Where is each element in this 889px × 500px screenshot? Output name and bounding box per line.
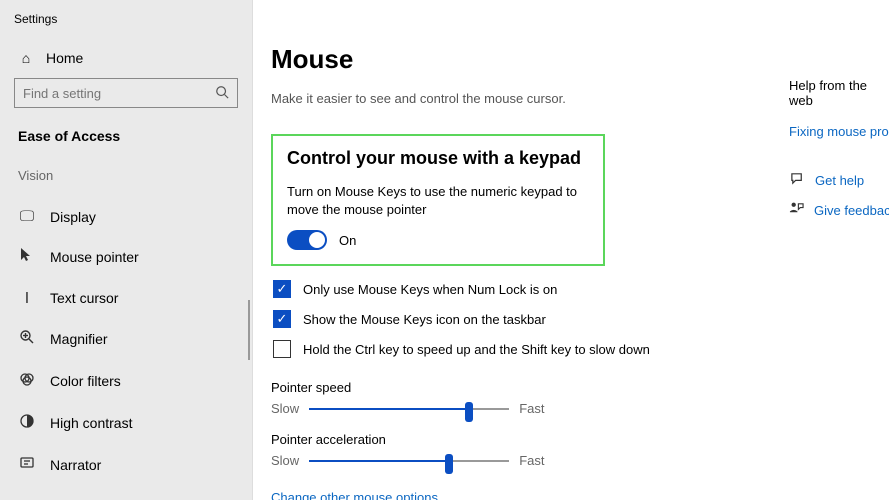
highcontrast-icon bbox=[18, 413, 36, 433]
window-title: Settings bbox=[0, 10, 252, 42]
toggle-state-label: On bbox=[339, 233, 356, 248]
nav-display[interactable]: 🖵 Display bbox=[0, 197, 252, 236]
slider-track[interactable] bbox=[309, 408, 509, 410]
nav-label: Display bbox=[50, 209, 96, 225]
page-title: Mouse bbox=[271, 44, 889, 75]
nav-magnifier[interactable]: Magnifier bbox=[0, 318, 252, 360]
slider-thumb[interactable] bbox=[445, 454, 453, 474]
nav-label: Magnifier bbox=[50, 331, 108, 347]
help-rail: Help from the web Fixing mouse proble Ge… bbox=[789, 78, 889, 231]
slider-title: Pointer acceleration bbox=[271, 432, 889, 447]
check-label: Show the Mouse Keys icon on the taskbar bbox=[303, 312, 546, 327]
nav-label: High contrast bbox=[50, 415, 132, 431]
home-nav[interactable]: ⌂ Home bbox=[0, 42, 252, 78]
mouse-keys-toggle[interactable] bbox=[287, 230, 327, 250]
group-label: Vision bbox=[0, 164, 252, 197]
keypad-desc: Turn on Mouse Keys to use the numeric ke… bbox=[287, 183, 589, 218]
nav-high-contrast[interactable]: High contrast bbox=[0, 402, 252, 444]
change-mouse-options-link[interactable]: Change other mouse options bbox=[271, 490, 438, 500]
section-title: Ease of Access bbox=[0, 122, 252, 164]
magnifier-icon bbox=[18, 329, 36, 349]
slider-title: Pointer speed bbox=[271, 380, 889, 395]
keypad-section-highlight: Control your mouse with a keypad Turn on… bbox=[271, 134, 605, 266]
slider-high-label: Fast bbox=[519, 453, 544, 468]
cursor-icon bbox=[18, 247, 36, 267]
check-label: Hold the Ctrl key to speed up and the Sh… bbox=[303, 342, 650, 357]
get-help-link[interactable]: Get help bbox=[789, 171, 889, 189]
nav-narrator[interactable]: Narrator bbox=[0, 444, 252, 486]
home-label: Home bbox=[46, 50, 83, 66]
nav-label: Narrator bbox=[50, 457, 101, 473]
narrator-icon bbox=[18, 455, 36, 475]
slider-pointer-speed: Pointer speed Slow Fast bbox=[271, 380, 889, 416]
slider-track[interactable] bbox=[309, 460, 509, 462]
check-ctrl-shift[interactable]: Hold the Ctrl key to speed up and the Sh… bbox=[271, 334, 889, 364]
give-feedback-link[interactable]: Give feedback bbox=[789, 201, 889, 219]
nav-mouse-pointer[interactable]: Mouse pointer bbox=[0, 236, 252, 278]
sidebar: Settings ⌂ Home Ease of Access Vision 🖵 … bbox=[0, 0, 253, 500]
colorfilters-icon bbox=[18, 371, 36, 391]
keypad-heading: Control your mouse with a keypad bbox=[287, 148, 589, 169]
slider-low-label: Slow bbox=[271, 453, 299, 468]
chat-icon bbox=[789, 171, 805, 189]
slider-pointer-acceleration: Pointer acceleration Slow Fast bbox=[271, 432, 889, 468]
fixing-mouse-link[interactable]: Fixing mouse proble bbox=[789, 124, 889, 139]
rail-item-label: Give feedback bbox=[814, 203, 889, 218]
checkbox-icon[interactable]: ✓ bbox=[273, 280, 291, 298]
textcursor-icon: Ⅰ bbox=[18, 289, 36, 307]
check-label: Only use Mouse Keys when Num Lock is on bbox=[303, 282, 557, 297]
slider-high-label: Fast bbox=[519, 401, 544, 416]
feedback-icon bbox=[789, 201, 804, 219]
check-taskbar-icon[interactable]: ✓ Show the Mouse Keys icon on the taskba… bbox=[271, 304, 889, 334]
home-icon: ⌂ bbox=[18, 50, 34, 66]
check-numlock[interactable]: ✓ Only use Mouse Keys when Num Lock is o… bbox=[271, 274, 889, 304]
search-input[interactable] bbox=[23, 86, 215, 101]
main-content: Mouse Make it easier to see and control … bbox=[253, 0, 889, 500]
nav-text-cursor[interactable]: Ⅰ Text cursor bbox=[0, 278, 252, 318]
nav-label: Mouse pointer bbox=[50, 249, 139, 265]
slider-thumb[interactable] bbox=[465, 402, 473, 422]
nav-label: Color filters bbox=[50, 373, 121, 389]
rail-title: Help from the web bbox=[789, 78, 889, 108]
checkbox-icon[interactable] bbox=[273, 340, 291, 358]
nav-label: Text cursor bbox=[50, 290, 118, 306]
search-box[interactable] bbox=[14, 78, 238, 108]
search-icon bbox=[215, 85, 229, 102]
rail-item-label: Get help bbox=[815, 173, 864, 188]
scrollbar[interactable] bbox=[248, 300, 250, 360]
slider-low-label: Slow bbox=[271, 401, 299, 416]
nav-color-filters[interactable]: Color filters bbox=[0, 360, 252, 402]
checkbox-icon[interactable]: ✓ bbox=[273, 310, 291, 328]
display-icon: 🖵 bbox=[18, 208, 36, 225]
